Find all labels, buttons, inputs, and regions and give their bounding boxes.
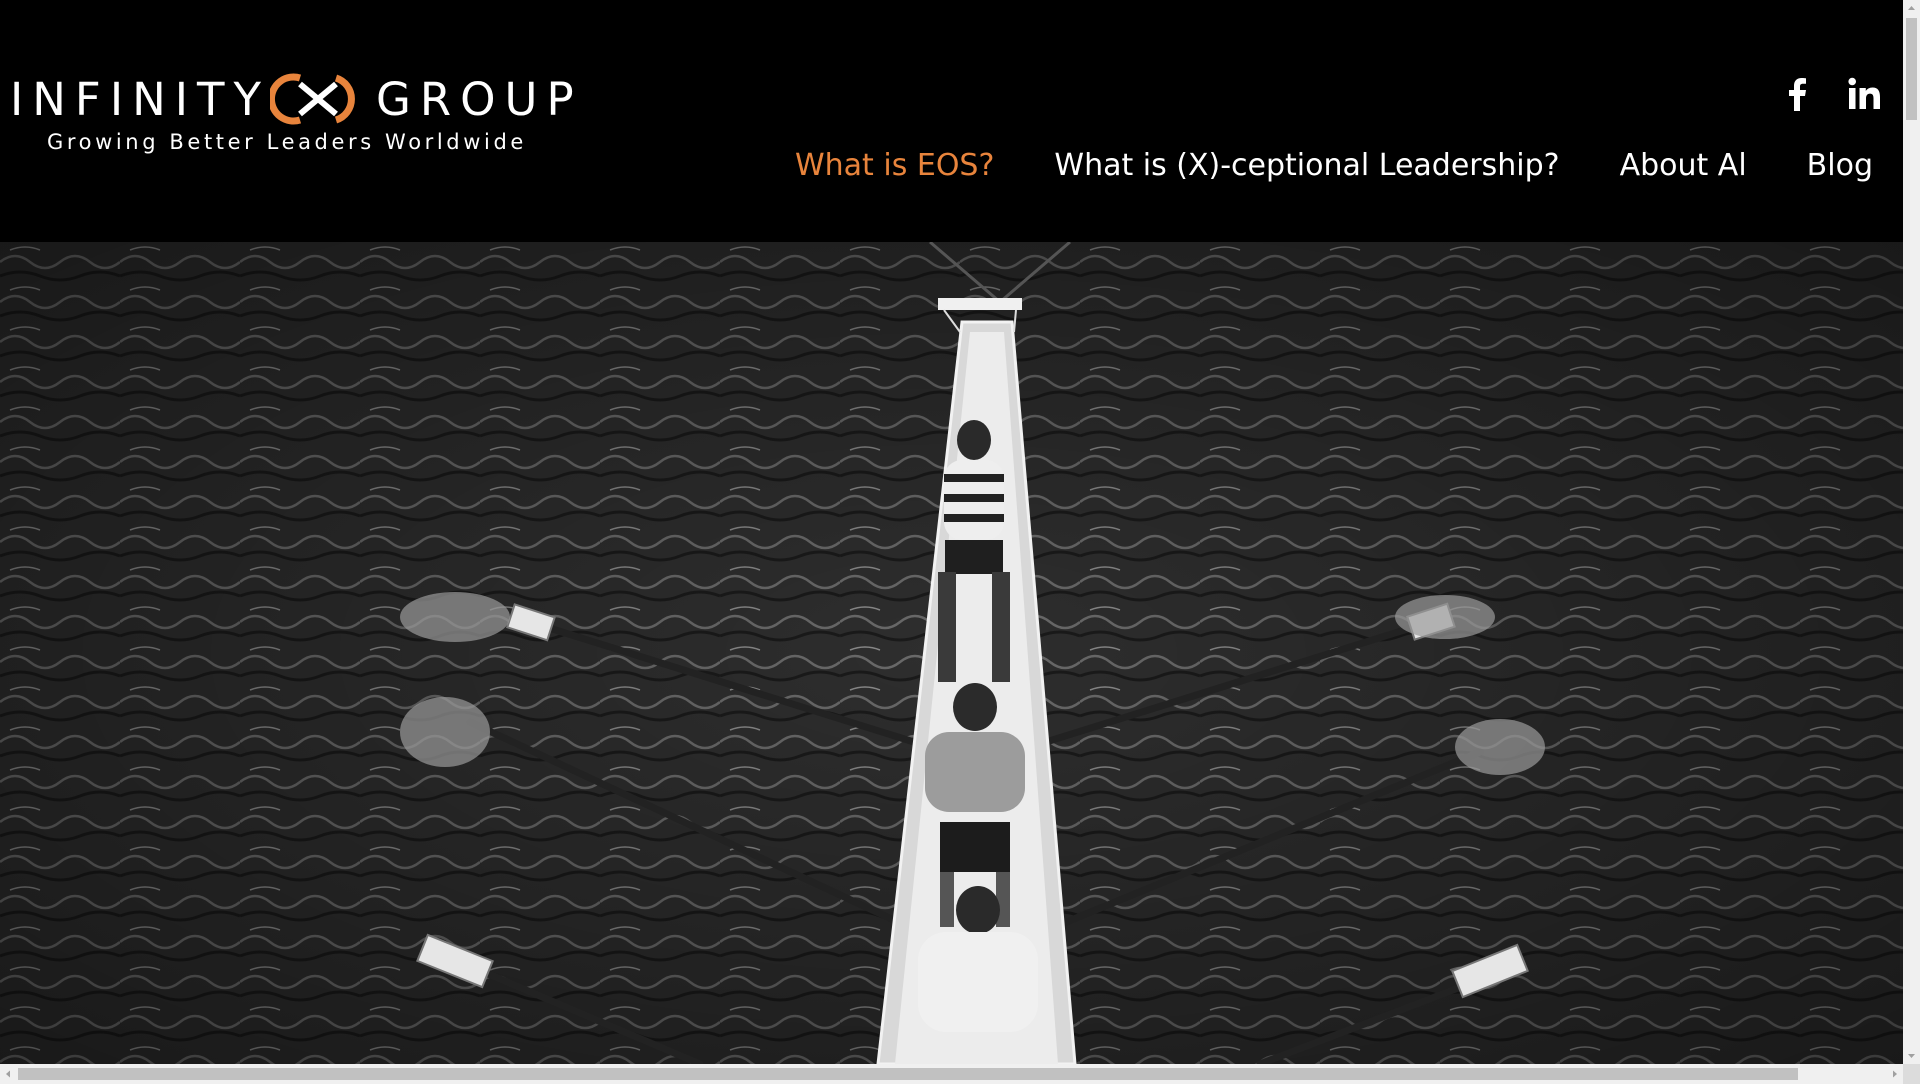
logo-name-left: INFINITY <box>10 72 270 126</box>
linkedin-icon[interactable] <box>1845 75 1883 113</box>
horizontal-scroll-thumb[interactable] <box>18 1068 1798 1080</box>
vertical-scrollbar[interactable] <box>1903 0 1920 1064</box>
social-links <box>1779 75 1883 113</box>
nav-item-what-is-eos[interactable]: What is EOS? <box>795 148 994 183</box>
scroll-right-arrow-icon[interactable] <box>1886 1064 1903 1084</box>
nav-item-blog[interactable]: Blog <box>1807 148 1873 183</box>
site-header: INFINITY GROUP Growing Better Leaders Wo… <box>0 0 1903 242</box>
logo-name-right: GROUP <box>376 72 583 126</box>
vertical-scroll-thumb[interactable] <box>1906 18 1917 120</box>
logo-wordmark: INFINITY GROUP <box>10 70 583 128</box>
logo[interactable]: INFINITY GROUP Growing Better Leaders Wo… <box>10 70 580 160</box>
nav-item-xceptional-leadership[interactable]: What is (X)-ceptional Leadership? <box>1054 148 1559 183</box>
scrollbar-corner <box>1903 1064 1920 1084</box>
scroll-up-arrow-icon[interactable] <box>1903 0 1920 17</box>
rowing-boat-photo <box>0 242 1903 1064</box>
hero-image <box>0 242 1903 1064</box>
nav-item-about-al[interactable]: About Al <box>1620 148 1747 183</box>
facebook-icon[interactable] <box>1779 75 1817 113</box>
scroll-down-arrow-icon[interactable] <box>1903 1047 1920 1064</box>
horizontal-scrollbar[interactable] <box>0 1064 1903 1084</box>
scroll-left-arrow-icon[interactable] <box>0 1064 17 1084</box>
infinity-logo-icon <box>270 73 355 125</box>
logo-tagline: Growing Better Leaders Worldwide <box>47 130 527 154</box>
main-nav: What is EOS? What is (X)-ceptional Leade… <box>795 148 1873 183</box>
